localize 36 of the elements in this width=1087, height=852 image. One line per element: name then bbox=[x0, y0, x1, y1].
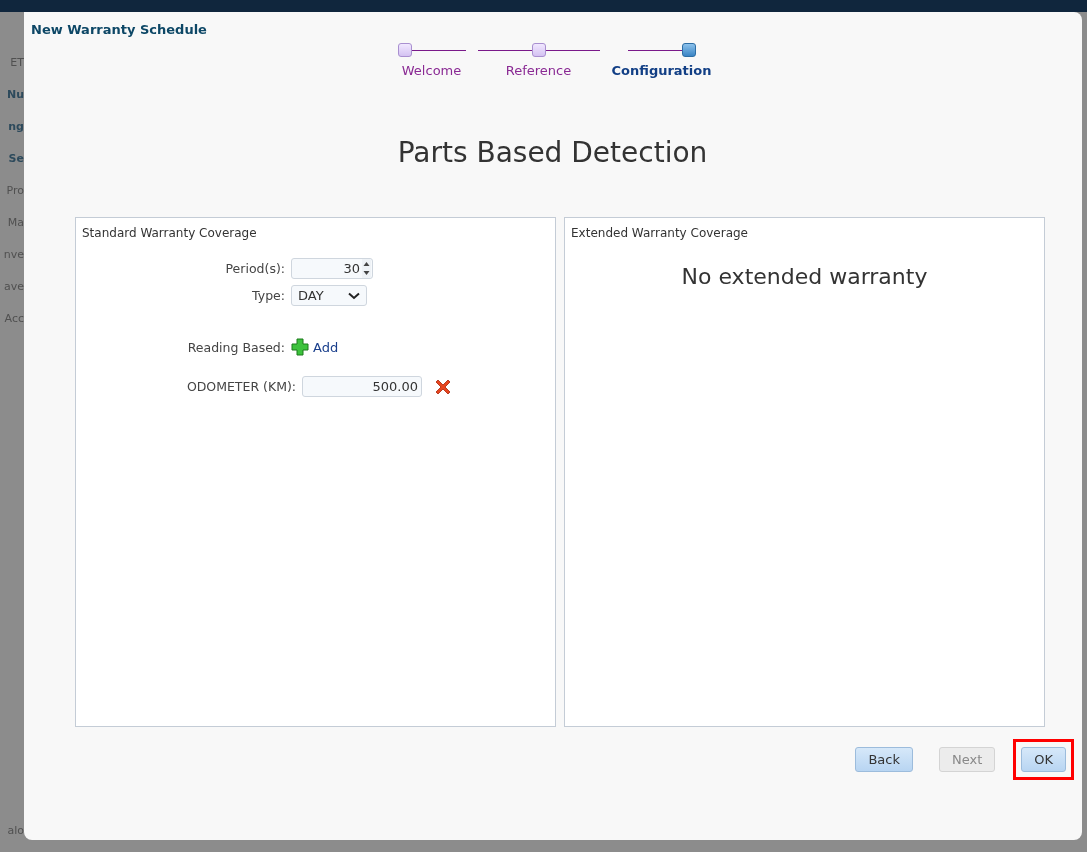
plus-icon[interactable] bbox=[291, 338, 309, 356]
type-select[interactable]: DAY bbox=[291, 285, 367, 306]
page-heading: Parts Based Detection bbox=[397, 136, 709, 169]
panel-title: Standard Warranty Coverage bbox=[82, 226, 257, 240]
step-label: Welcome bbox=[401, 63, 462, 78]
step-connector bbox=[411, 49, 466, 51]
field-label: Type: bbox=[252, 288, 285, 303]
field-label: ODOMETER (KM): bbox=[186, 379, 296, 394]
empty-message: No extended warranty bbox=[681, 264, 928, 289]
add-link[interactable]: Add bbox=[313, 339, 339, 355]
background-text: ET bbox=[10, 56, 24, 70]
step-connector bbox=[477, 49, 532, 51]
background-text: Nu bbox=[6, 88, 24, 102]
chevron-down-icon bbox=[348, 291, 360, 300]
reading-field[interactable]: 500.00 bbox=[302, 376, 422, 397]
field-label: Period(s): bbox=[225, 261, 285, 276]
spinner-icon[interactable] bbox=[362, 259, 371, 278]
step-connector bbox=[627, 49, 682, 51]
step-label: Configuration bbox=[611, 63, 712, 78]
dialog-title: New Warranty Schedule bbox=[31, 22, 207, 37]
background-text: ave bbox=[3, 280, 24, 294]
background-text: ng bbox=[8, 120, 24, 134]
panel-title: Extended Warranty Coverage bbox=[571, 226, 748, 240]
background-text: Ma bbox=[7, 216, 24, 230]
background-text: Se bbox=[8, 152, 24, 166]
background-text: Acc bbox=[4, 312, 24, 326]
period-field[interactable]: 30 bbox=[291, 258, 373, 279]
background-text: alo bbox=[7, 824, 24, 838]
dialog-button[interactable]: OK bbox=[1021, 747, 1066, 772]
step-connector bbox=[545, 49, 600, 51]
step-label: Reference bbox=[505, 63, 572, 78]
background-text: nve bbox=[3, 248, 24, 262]
close-icon[interactable] bbox=[434, 377, 452, 396]
background-text: Pro bbox=[6, 184, 24, 198]
dialog-button[interactable]: Back bbox=[855, 747, 913, 772]
field-label: Reading Based: bbox=[187, 339, 285, 355]
